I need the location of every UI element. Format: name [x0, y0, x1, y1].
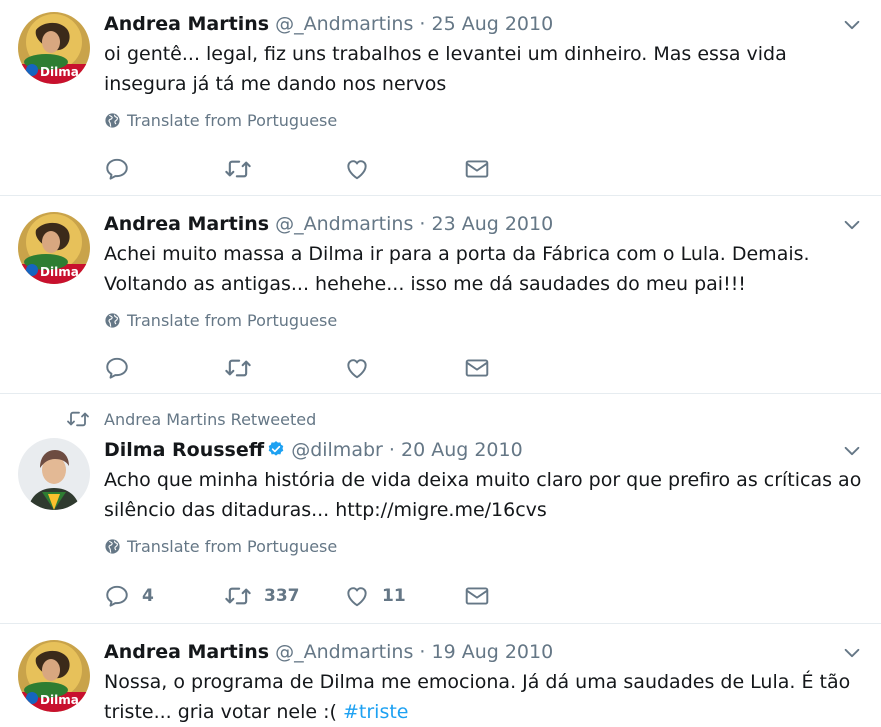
translate-link[interactable]: Translate from Portuguese: [104, 309, 869, 331]
tweet-header: Andrea Martins @_Andmartins · 25 Aug 201…: [104, 12, 869, 36]
translate-label: Translate from Portuguese: [127, 310, 338, 330]
translate-label: Translate from Portuguese: [127, 110, 338, 130]
tweet-text: oi gentê... legal, fiz uns trabalhos e l…: [104, 43, 787, 95]
author-handle[interactable]: @dilmabr: [291, 439, 383, 461]
message-icon: [464, 355, 490, 381]
avatar[interactable]: Dilma: [18, 640, 90, 712]
reply-icon: [104, 156, 130, 182]
like-button[interactable]: [344, 354, 464, 382]
separator: ·: [419, 641, 426, 663]
like-button[interactable]: 11: [344, 582, 464, 610]
tweet-actions: [104, 354, 584, 382]
avatar-label: Dilma: [40, 693, 79, 707]
retweet-count: 337: [264, 586, 300, 606]
globe-icon: [104, 312, 121, 329]
tweet[interactable]: Dilma Andrea Martins @_Andmartins · 25 A…: [0, 0, 881, 196]
translate-label: Translate from Portuguese: [127, 536, 338, 556]
avatar-image: [18, 438, 90, 510]
tweet-text: Acho que minha história de vida deixa mu…: [104, 469, 862, 521]
retweet-icon: [224, 354, 252, 382]
like-icon: [344, 583, 370, 609]
tweet-actions: [104, 155, 584, 183]
reply-icon: [104, 355, 130, 381]
reply-button[interactable]: [104, 155, 224, 183]
author-handle[interactable]: @_Andmartins: [275, 13, 413, 35]
reply-count: 4: [142, 586, 154, 606]
reply-icon: [104, 583, 130, 609]
avatar[interactable]: [18, 438, 90, 510]
tweet-header: Dilma Rousseff @dilmabr · 20 Aug 2010: [104, 438, 869, 462]
message-button[interactable]: [464, 155, 584, 183]
tweet-header: Andrea Martins @_Andmartins · 19 Aug 201…: [104, 640, 869, 664]
avatar-label: Dilma: [40, 65, 79, 79]
tweet-date[interactable]: 19 Aug 2010: [431, 641, 553, 663]
retweeted-by: Andrea Martins Retweeted: [104, 409, 317, 429]
avatar[interactable]: Dilma: [18, 212, 90, 284]
tweet[interactable]: Andrea Martins Retweeted Dilma Rousseff …: [0, 394, 881, 624]
message-icon: [464, 583, 490, 609]
tweet-actions: 4 337 11: [104, 582, 584, 610]
reply-button[interactable]: 4: [104, 582, 224, 610]
globe-icon: [104, 538, 121, 555]
separator: ·: [419, 213, 426, 235]
message-button[interactable]: [464, 354, 584, 382]
translate-link[interactable]: Translate from Portuguese: [104, 535, 869, 557]
tweet[interactable]: Dilma Andrea Martins @_Andmartins · 23 A…: [0, 196, 881, 394]
author-name[interactable]: Andrea Martins: [104, 13, 269, 35]
tweet-text: Achei muito massa a Dilma ir para a port…: [104, 243, 810, 295]
tweet-date[interactable]: 25 Aug 2010: [431, 13, 553, 35]
globe-icon: [104, 112, 121, 129]
retweet-icon: [224, 155, 252, 183]
message-icon: [464, 156, 490, 182]
tweet-text-block: Nossa, o programa de Dilma me emociona. …: [104, 667, 869, 727]
avatar[interactable]: Dilma: [18, 12, 90, 84]
like-button[interactable]: [344, 155, 464, 183]
author-name[interactable]: Andrea Martins: [104, 213, 269, 235]
tweet-date[interactable]: 20 Aug 2010: [401, 439, 523, 461]
author-name[interactable]: Dilma Rousseff: [104, 439, 264, 461]
like-icon: [344, 156, 370, 182]
like-count: 11: [382, 586, 406, 606]
retweet-icon: [224, 582, 252, 610]
retweet-button[interactable]: 337: [224, 582, 344, 610]
retweet-button[interactable]: [224, 354, 344, 382]
message-button[interactable]: [464, 582, 584, 610]
author-name[interactable]: Andrea Martins: [104, 641, 269, 663]
translate-link[interactable]: Translate from Portuguese: [104, 109, 869, 131]
avatar-label: Dilma: [40, 265, 79, 279]
retweet-button[interactable]: [224, 155, 344, 183]
tweet-header: Andrea Martins @_Andmartins · 23 Aug 201…: [104, 212, 869, 236]
tweet-date[interactable]: 23 Aug 2010: [431, 213, 553, 235]
tweet-text: Nossa, o programa de Dilma me emociona. …: [104, 671, 851, 723]
like-icon: [344, 355, 370, 381]
author-handle[interactable]: @_Andmartins: [275, 213, 413, 235]
separator: ·: [388, 439, 395, 461]
verified-icon: [268, 441, 284, 456]
retweet-icon: [66, 407, 90, 431]
author-handle[interactable]: @_Andmartins: [275, 641, 413, 663]
retweet-context[interactable]: Andrea Martins Retweeted: [66, 408, 316, 430]
tweet[interactable]: Dilma Andrea Martins @_Andmartins · 19 A…: [0, 624, 881, 723]
reply-button[interactable]: [104, 354, 224, 382]
separator: ·: [419, 13, 426, 35]
